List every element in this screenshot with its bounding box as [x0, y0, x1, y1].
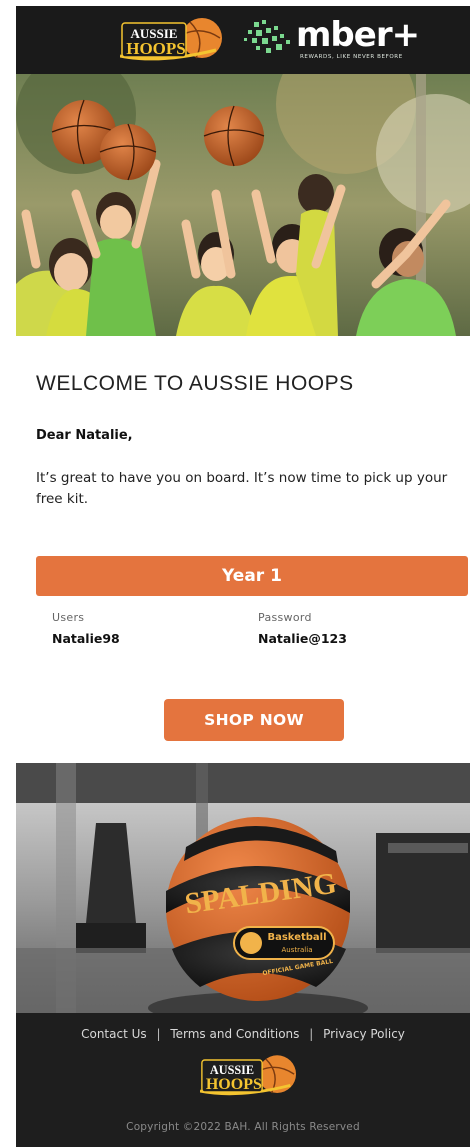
shop-now-button[interactable]: SHOP NOW: [164, 699, 344, 741]
welcome-message: It’s great to have you on board. It’s no…: [36, 470, 448, 507]
logo-text-hoops: HOOPS: [126, 39, 186, 58]
privacy-policy-link[interactable]: Privacy Policy: [323, 1027, 405, 1041]
footer-separator: |: [156, 1027, 161, 1041]
ember-tagline: REWARDS, LIKE NEVER BEFORE: [300, 54, 403, 60]
footer: Contact Us | Terms and Conditions | Priv…: [16, 1013, 470, 1147]
ember-wordmark: mber+: [296, 15, 420, 55]
users-value: Natalie98: [52, 631, 120, 646]
contact-us-link[interactable]: Contact Us: [81, 1027, 147, 1041]
aussie-hoops-logo[interactable]: AUSSIE HOOPS: [120, 16, 222, 64]
copyright: Copyright ©2022 BAH. All Rights Reserved: [126, 1121, 360, 1133]
header-bar: AUSSIE HOOPS mber+ REWARDS, LIKE NEVER B…: [16, 6, 470, 74]
users-label: Users: [52, 611, 85, 624]
footer-logo-text-hoops: HOOPS: [206, 1076, 262, 1093]
basketball-image: SPALDING Basketball Australia OFFICIAL G…: [16, 763, 470, 1013]
footer-links: Contact Us | Terms and Conditions | Priv…: [16, 1027, 470, 1041]
ember-mark-icon: [244, 20, 290, 53]
password-label: Password: [258, 611, 312, 624]
year-banner: Year 1: [36, 556, 468, 596]
welcome-title: WELCOME TO AUSSIE HOOPS: [36, 372, 354, 395]
ember-logo[interactable]: mber+ REWARDS, LIKE NEVER BEFORE: [240, 16, 420, 66]
terms-link[interactable]: Terms and Conditions: [170, 1027, 299, 1041]
hero-image: [16, 74, 470, 336]
footer-aussie-hoops-logo[interactable]: AUSSIE HOOPS: [200, 1053, 296, 1099]
ball-badge-line2: Australia: [282, 946, 313, 954]
greeting: Dear Natalie,: [36, 428, 133, 443]
email-page: AUSSIE HOOPS mber+ REWARDS, LIKE NEVER B…: [0, 0, 470, 1147]
ball-badge-line1: Basketball: [267, 932, 326, 943]
footer-separator: |: [309, 1027, 314, 1041]
footer-logo-text-aussie: AUSSIE: [210, 1063, 254, 1077]
password-value: Natalie@123: [258, 631, 347, 646]
email-body: AUSSIE HOOPS mber+ REWARDS, LIKE NEVER B…: [16, 6, 470, 1147]
